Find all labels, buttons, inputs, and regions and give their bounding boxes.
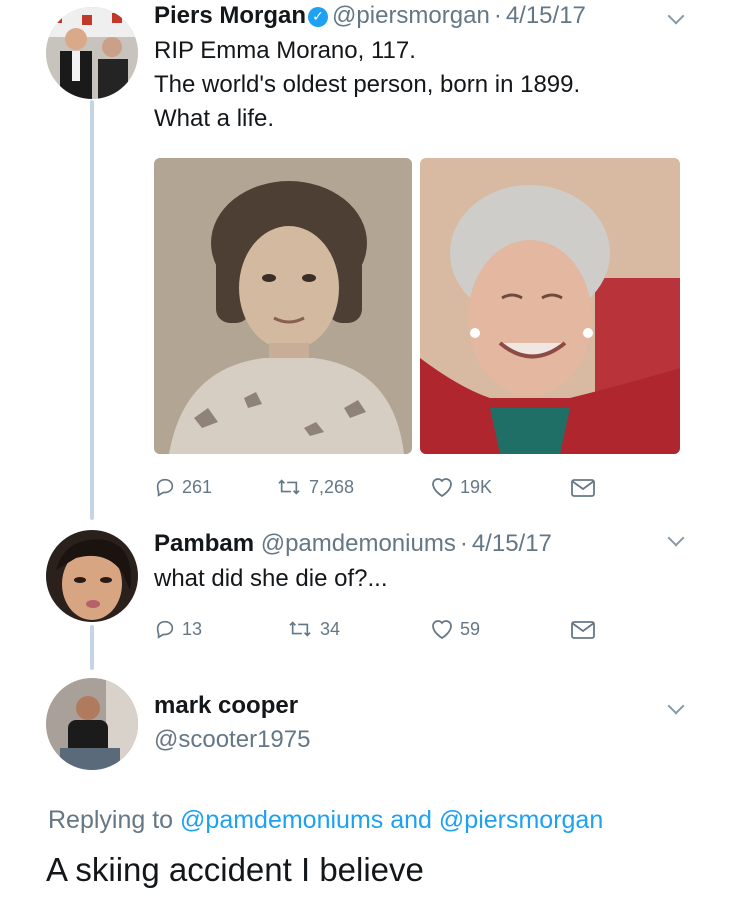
reply-context: Replying to @pamdemoniums and @piersmorg… <box>48 806 603 835</box>
retweet-icon <box>289 621 311 637</box>
reply-count: 13 <box>182 618 203 639</box>
author-handle[interactable]: @piersmorgan <box>332 2 490 29</box>
chevron-down-icon[interactable] <box>667 697 685 715</box>
reply-icon <box>156 620 174 639</box>
like-count: 19K <box>460 476 493 497</box>
avatar[interactable] <box>46 530 138 622</box>
avatar[interactable] <box>46 678 138 770</box>
like-action[interactable]: 59 <box>430 618 480 640</box>
separator: · <box>459 530 468 557</box>
direct-message-action[interactable] <box>570 478 596 498</box>
author-name[interactable]: Pambam <box>154 530 254 557</box>
reply-action[interactable]: 13 <box>154 618 202 640</box>
reply-conjunction: and <box>390 806 432 834</box>
tweet-photo[interactable] <box>154 158 412 454</box>
author-handle[interactable]: @pamdemoniums <box>261 530 456 557</box>
thread-line <box>90 625 94 670</box>
chevron-down-icon[interactable] <box>667 7 685 25</box>
reply-text: A skiing accident I believe <box>46 851 424 888</box>
tweet-header: Piers Morgan ✓ @piersmorgan · 4/15/17 <box>154 2 586 30</box>
mention-link[interactable]: @pamdemoniums <box>180 806 383 834</box>
tweet-header: Pambam @pamdemoniums · 4/15/17 <box>154 530 552 558</box>
direct-message-icon <box>571 479 595 497</box>
separator: · <box>493 2 502 29</box>
like-count: 59 <box>460 618 481 639</box>
retweet-action[interactable]: 7,268 <box>275 476 354 498</box>
verified-badge-icon: ✓ <box>308 7 329 27</box>
tweet-date[interactable]: 4/15/17 <box>506 2 586 29</box>
direct-message-action[interactable] <box>570 620 596 640</box>
avatar[interactable] <box>46 7 138 99</box>
author-handle[interactable]: @scooter1975 <box>154 726 310 754</box>
tweet-text: RIP Emma Morano, 117. The world's oldest… <box>154 37 581 132</box>
reply-count: 261 <box>182 476 213 497</box>
mention-link[interactable]: @piersmorgan <box>439 806 603 834</box>
author-name[interactable]: mark cooper <box>154 692 298 720</box>
author-name[interactable]: Piers Morgan <box>154 2 306 29</box>
tweet-text: what did she die of?... <box>154 565 388 592</box>
like-action[interactable]: 19K <box>430 476 492 498</box>
chevron-down-icon[interactable] <box>667 529 685 547</box>
reply-icon <box>156 478 174 497</box>
tweet-photo[interactable] <box>420 158 680 454</box>
thread-line <box>90 100 94 520</box>
reply-action[interactable]: 261 <box>154 476 212 498</box>
retweet-action[interactable]: 34 <box>286 618 340 640</box>
tweet-date[interactable]: 4/15/17 <box>472 530 552 557</box>
like-icon <box>432 620 452 640</box>
retweet-count: 7,268 <box>309 476 355 497</box>
direct-message-icon <box>571 621 595 639</box>
reply-prefix: Replying to <box>48 806 174 834</box>
retweet-count: 34 <box>320 618 341 639</box>
retweet-icon <box>278 479 300 495</box>
like-icon <box>432 478 452 498</box>
